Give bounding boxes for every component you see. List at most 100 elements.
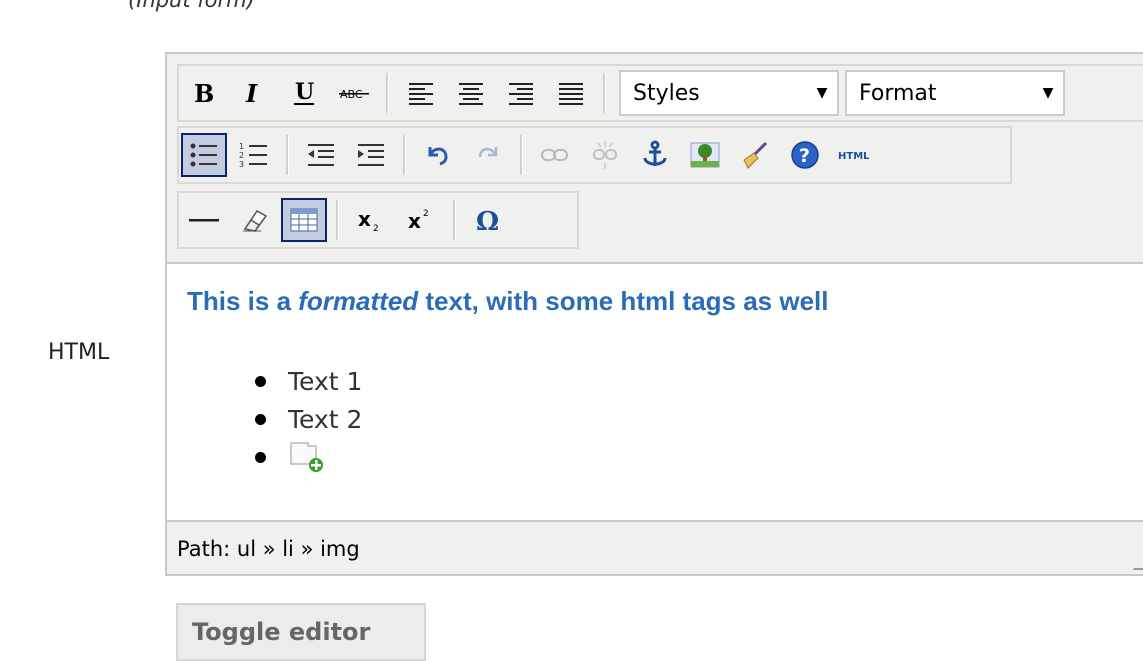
styles-select[interactable]: Styles ▼ [619,70,839,116]
align-right-icon [509,83,533,105]
rich-text-editor: B I U ABC Styles ▼ Format ▼ 1 2 3 ? HTML… [165,52,1143,576]
toolbar-separator [336,200,339,240]
unlink-button[interactable] [582,133,628,177]
editor-content-area[interactable]: This is a formatted text, with some html… [167,262,1143,522]
outdent-button[interactable] [298,133,344,177]
list-item-text: Text 2 [288,404,363,434]
italic-icon: I [245,80,258,106]
toolbar-row-1: B I U ABC Styles ▼ Format ▼ [177,64,1143,122]
indent-button[interactable] [348,133,394,177]
svg-text:2: 2 [423,209,429,219]
toolbar-row-3: x2 x2 Ω [177,191,579,249]
heading-italic-text: formatted [298,286,419,316]
cleanup-button[interactable] [732,133,778,177]
superscript-button[interactable]: x2 [398,198,444,242]
toolbar-separator [453,200,456,240]
superscript-icon: x2 [408,209,429,233]
list-item: Text 1 [255,362,362,400]
insert-link-button[interactable] [532,133,578,177]
italic-button[interactable]: I [231,71,277,115]
content-heading: This is a formatted text, with some html… [187,286,829,317]
svg-text:2: 2 [239,151,244,160]
svg-text:3: 3 [239,160,244,169]
toolbar-separator [403,135,406,175]
styles-select-value: Styles [633,80,700,106]
anchor-button[interactable] [632,133,678,177]
format-select[interactable]: Format ▼ [845,70,1065,116]
remove-format-button[interactable] [231,198,277,242]
unlink-icon [593,141,617,169]
strikethrough-button[interactable]: ABC [331,71,377,115]
subscript-icon: x2 [358,207,379,233]
toolbar-separator [603,73,606,113]
bold-icon: B [194,80,214,106]
toolbar-separator [386,73,389,113]
omega-icon: Ω [476,207,499,234]
bullet-list-button[interactable] [181,133,227,177]
strikethrough-icon: ABC [339,88,369,101]
svg-text:HTML: HTML [838,151,870,162]
html-source-button[interactable]: HTML [832,133,878,177]
svg-text:U: U [295,79,314,105]
insert-table-button[interactable] [281,198,327,242]
align-right-button[interactable] [498,71,544,115]
help-button[interactable]: ? [782,133,828,177]
list-item: Text 2 [255,400,362,438]
align-center-icon [459,83,483,105]
bullet-marker [255,451,266,463]
chevron-down-icon[interactable]: ▼ [1033,72,1063,114]
content-bullet-list: Text 1 Text 2 [255,362,362,476]
broom-icon [743,141,768,169]
horizontal-rule-button[interactable] [181,198,227,242]
align-left-icon [409,83,433,105]
chevron-down-icon[interactable]: ▼ [807,72,837,114]
align-justify-button[interactable] [548,71,594,115]
link-icon [541,149,568,161]
svg-text:B: B [194,80,214,106]
align-center-button[interactable] [448,71,494,115]
list-item-text: Text 1 [288,366,363,396]
image-placeholder-icon[interactable] [288,440,324,474]
bullet-marker [255,413,266,425]
toolbar-row-2: 123 ? HTML [177,126,1012,184]
numbered-list-icon: 123 [239,142,267,169]
redo-icon [478,147,498,158]
heading-text-start: This is a [187,286,299,316]
element-path: Path: ul » li » img [177,537,360,561]
svg-text:?: ? [799,145,810,167]
indent-icon [358,144,384,166]
undo-button[interactable] [415,133,461,177]
insert-image-button[interactable] [682,133,728,177]
toolbar-separator [520,135,523,175]
svg-text:Ω: Ω [476,207,499,234]
special-character-button[interactable]: Ω [465,198,511,242]
list-item [255,438,362,476]
redo-button[interactable] [465,133,511,177]
table-icon [290,208,318,232]
bullet-list-icon [190,143,217,167]
format-select-value: Format [859,80,937,106]
html-source-icon: HTML [838,151,870,162]
outdent-icon [308,144,334,166]
editor-path-bar: Path: ul » li » img [167,522,1143,576]
heading-text-end: text, with some html tags as well [418,286,829,316]
help-icon: ? [791,141,819,169]
bold-button[interactable]: B [181,71,227,115]
toolbar-separator [286,135,289,175]
svg-text:x: x [408,209,421,233]
image-icon [690,142,720,168]
resize-handle-icon[interactable] [1132,558,1143,570]
underline-button[interactable]: U [281,71,327,115]
anchor-icon [643,140,667,166]
numbered-list-button[interactable]: 123 [231,133,277,177]
subscript-button[interactable]: x2 [348,198,394,242]
form-caption: (Input form) [128,0,255,12]
bullet-marker [255,375,266,387]
svg-text:x: x [358,207,371,231]
undo-icon [428,147,448,166]
align-left-button[interactable] [398,71,444,115]
toggle-editor-button[interactable]: Toggle editor [176,603,426,661]
underline-icon: U [294,79,314,105]
eraser-icon [243,210,268,232]
svg-text:2: 2 [373,224,379,233]
